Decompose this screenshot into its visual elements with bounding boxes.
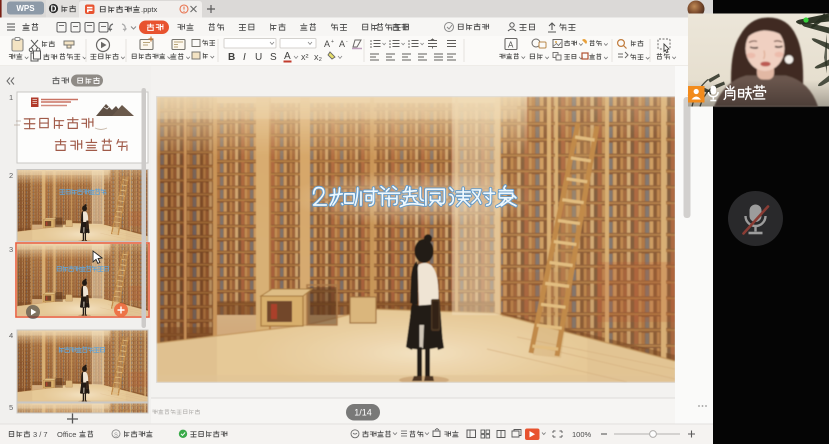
- svg-text:.pptx: .pptx: [141, 5, 158, 14]
- svg-text:1: 1: [9, 93, 13, 102]
- svg-text:3: 3: [9, 245, 13, 254]
- svg-text:3 / 7: 3 / 7: [33, 430, 48, 439]
- svg-text:U: U: [255, 52, 262, 63]
- svg-text:A: A: [324, 39, 330, 49]
- svg-text:S: S: [270, 52, 277, 63]
- svg-text:5: 5: [9, 403, 13, 412]
- svg-text:S: S: [114, 432, 118, 438]
- svg-text:Office: Office: [57, 430, 76, 439]
- svg-text:WPS: WPS: [16, 4, 35, 13]
- svg-text:4: 4: [9, 331, 13, 340]
- svg-text:x₂: x₂: [314, 52, 323, 62]
- svg-text:x²: x²: [301, 52, 309, 62]
- svg-text:1/14: 1/14: [354, 408, 372, 418]
- svg-text:B: B: [228, 52, 235, 63]
- svg-text:+: +: [331, 39, 334, 45]
- svg-text:A: A: [508, 41, 514, 50]
- svg-text:2: 2: [9, 171, 13, 180]
- svg-text:A: A: [339, 39, 345, 49]
- svg-text:I: I: [243, 52, 246, 63]
- svg-text:D: D: [51, 4, 57, 13]
- svg-text:100%: 100%: [572, 430, 592, 439]
- svg-text:A: A: [284, 51, 291, 62]
